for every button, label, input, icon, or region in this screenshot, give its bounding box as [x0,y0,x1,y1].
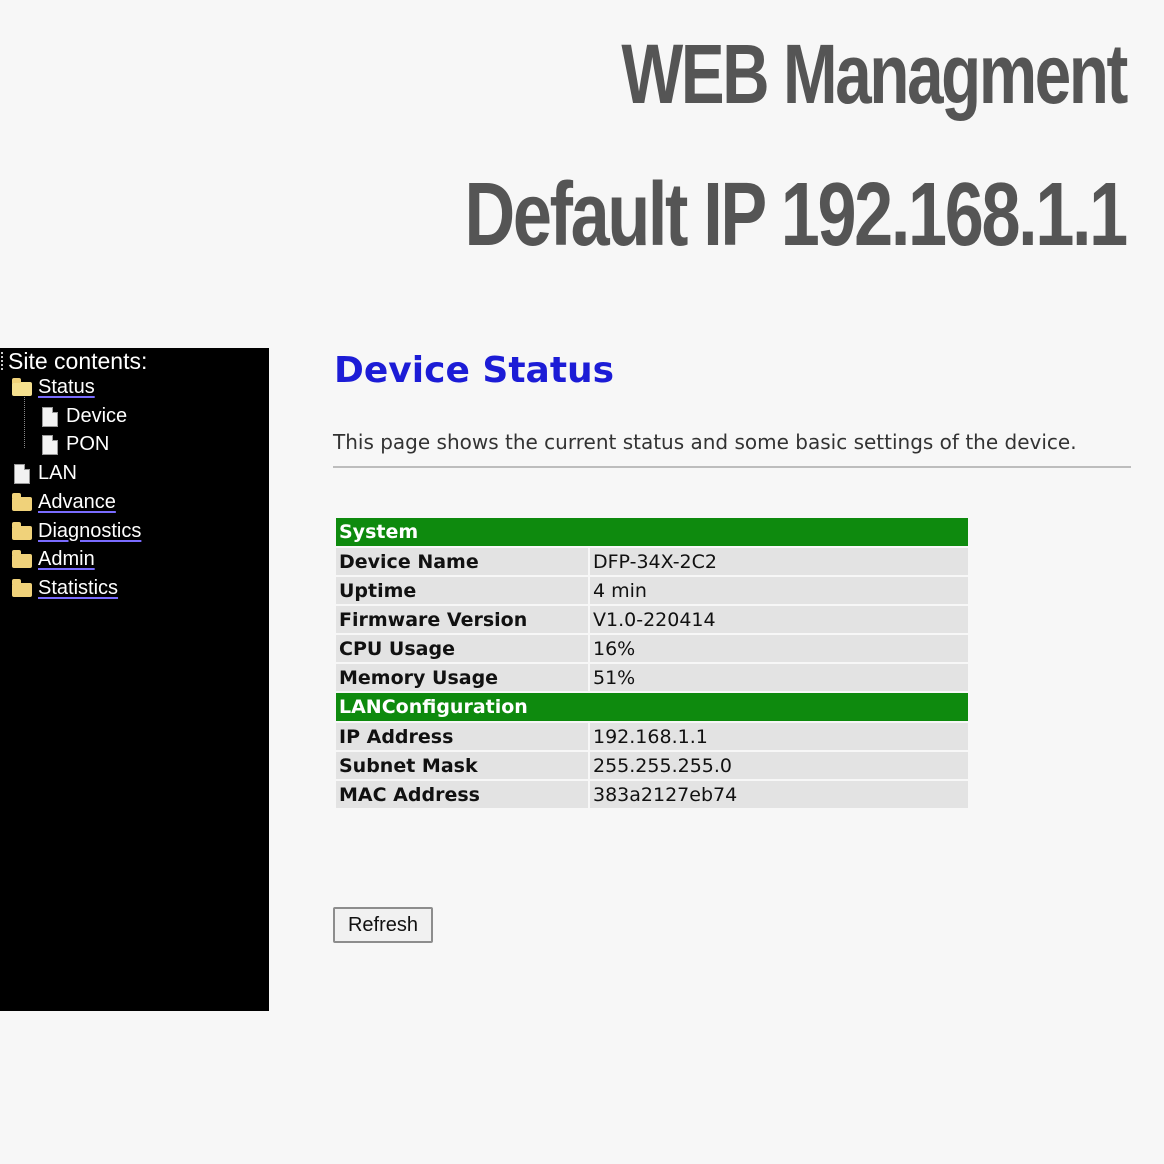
page-icon [14,463,30,484]
row-key: Uptime [336,577,588,604]
sidebar-item-admin[interactable]: Admin [12,548,95,571]
page-title: Device Status [334,350,615,391]
sidebar-item-label: Advance [38,491,116,513]
table-row: Subnet Mask 255.255.255.0 [336,752,968,779]
row-key: Firmware Version [336,606,588,633]
sidebar-item-label: Status [38,376,95,398]
row-key: Subnet Mask [336,752,588,779]
section-heading: LANConfiguration [336,693,968,721]
table-row: Uptime 4 min [336,577,968,604]
tree-root-dots [1,352,7,370]
row-key: Memory Usage [336,664,588,691]
sidebar-item-label: Statistics [38,577,119,599]
sidebar-item-status[interactable]: Status [12,376,95,399]
sidebar-title-label: Site contents: [8,348,148,374]
folder-icon [12,549,32,568]
row-value: DFP-34X-2C2 [590,548,968,575]
sidebar-item-statistics[interactable]: Statistics [12,577,118,600]
table-row: Memory Usage 51% [336,664,968,691]
row-value: 51% [590,664,968,691]
folder-icon [12,521,32,540]
section-heading: System [336,518,968,546]
row-key: MAC Address [336,781,588,808]
row-value: 192.168.1.1 [590,723,968,750]
page-description: This page shows the current status and s… [333,430,1077,454]
row-value: 383a2127eb74 [590,781,968,808]
row-value: 4 min [590,577,968,604]
row-key: IP Address [336,723,588,750]
sidebar-item-label: PON [66,433,110,455]
page-icon [42,434,58,455]
row-value: V1.0-220414 [590,606,968,633]
sidebar-item-advance[interactable]: Advance [12,491,116,514]
table-row: Firmware Version V1.0-220414 [336,606,968,633]
sidebar-item-label: LAN [38,462,77,484]
row-value: 16% [590,635,968,662]
sidebar-item-lan[interactable]: LAN [14,462,77,485]
sidebar-item-device[interactable]: Device [42,405,127,428]
sidebar-item-label: Device [66,405,128,427]
row-key: CPU Usage [336,635,588,662]
banner-headline-web-management: WEB Managment [621,27,1128,121]
banner-headline-default-ip: Default IP 192.168.1.1 [464,165,1129,265]
section-header-lan-configuration: LANConfiguration [336,693,968,721]
sidebar-item-diagnostics[interactable]: Diagnostics [12,520,141,543]
sidebar-item-pon[interactable]: PON [42,433,109,456]
folder-icon [12,492,32,511]
table-row: MAC Address 383a2127eb74 [336,781,968,808]
row-key: Device Name [336,548,588,575]
section-header-system: System [336,518,968,546]
sidebar-title: Site contents: [1,348,148,375]
divider [333,466,1131,468]
sidebar-item-label: Admin [38,548,95,570]
sidebar-site-contents: Site contents: Status Device PON LAN Adv… [0,348,269,1011]
folder-icon [12,578,32,597]
table-row: IP Address 192.168.1.1 [336,723,968,750]
refresh-button[interactable]: Refresh [333,907,433,943]
table-row: CPU Usage 16% [336,635,968,662]
row-value: 255.255.255.0 [590,752,968,779]
status-table: System Device Name DFP-34X-2C2 Uptime 4 … [334,516,970,810]
sidebar-item-label: Diagnostics [38,520,142,542]
table-row: Device Name DFP-34X-2C2 [336,548,968,575]
folder-open-icon [12,377,32,396]
page-icon [42,406,58,427]
